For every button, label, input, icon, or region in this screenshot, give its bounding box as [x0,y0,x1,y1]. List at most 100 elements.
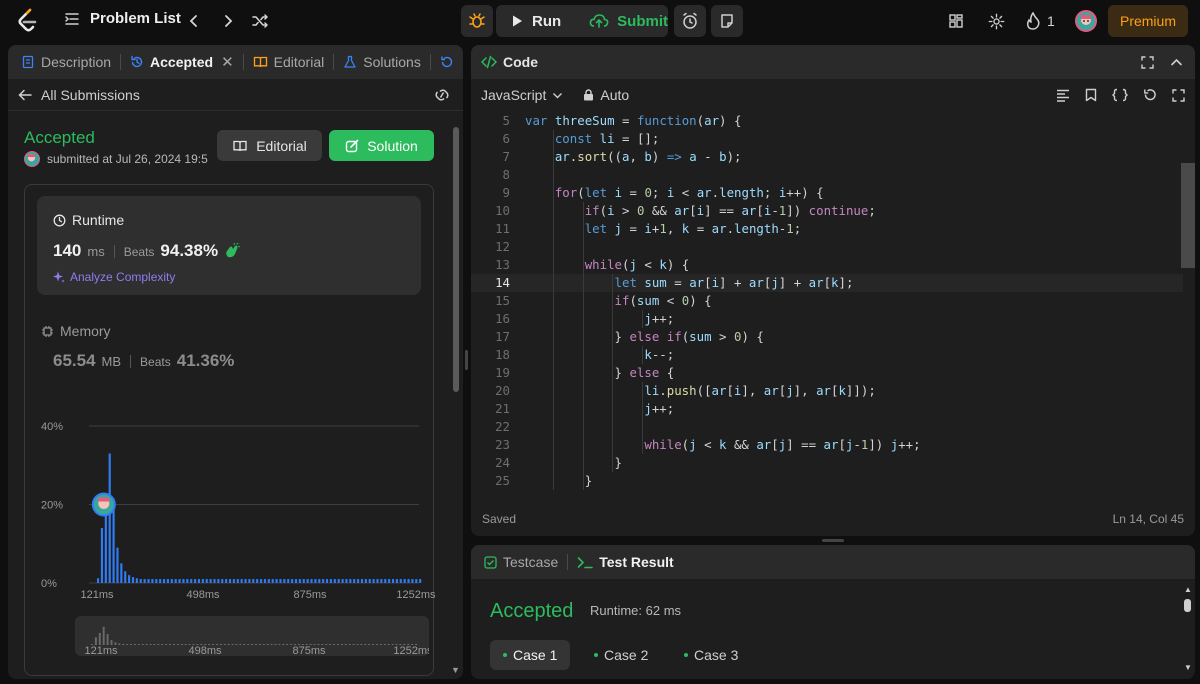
tab-description[interactable]: Description [12,45,120,79]
tab-solutions[interactable]: Solutions [334,45,430,79]
indent-guide [642,346,644,364]
code-line[interactable]: 6 const li = []; [471,130,1183,148]
code-line[interactable]: 16 j++; [471,310,1183,328]
auto-mode-toggle[interactable]: Auto [583,87,629,103]
user-avatar[interactable] [1075,10,1097,32]
left-panel-scrollbar[interactable] [453,127,459,392]
runtime-distribution-chart[interactable]: 40% 20% 0% 121ms 498ms 875ms 1252ms [25,415,435,615]
notes-button[interactable] [711,5,743,37]
code-line[interactable]: 20 li.push([ar[i], ar[j], ar[k]]); [471,382,1183,400]
code-line[interactable]: 15 if(sum < 0) { [471,292,1183,310]
tab-submissions[interactable] [431,45,454,79]
code-line[interactable]: 18 k--; [471,346,1183,364]
histogram-bar [205,579,208,583]
tab-testcase[interactable]: Testcase [475,545,567,579]
chevron-left-icon [189,15,197,27]
code-line[interactable]: 7 ar.sort((a, b) => a - b); [471,148,1183,166]
code-line[interactable]: 25 } [471,472,1183,490]
prev-problem-button[interactable] [184,11,204,31]
premium-label: Premium [1119,13,1176,29]
case-tab-2[interactable]: Case 2 [581,640,661,670]
editor-scrollbar[interactable] [1181,163,1195,268]
case-tab-3[interactable]: Case 3 [671,640,751,670]
memory-header[interactable]: Memory [41,323,111,339]
runtime-range-slider[interactable]: 121ms 498ms 875ms 1252ms [75,616,433,657]
chevron-up-icon[interactable] [1170,56,1183,69]
code-line[interactable]: 21 j++; [471,400,1183,418]
fullscreen-icon[interactable] [1172,88,1185,102]
runtime-beats-pct: 94.38% [160,241,219,260]
code-line[interactable]: 9 for(let i = 0; i < ar.length; i++) { [471,184,1183,202]
code-line[interactable]: 24 } [471,454,1183,472]
mini-bar [161,644,164,645]
editor-options: JavaScript Auto [481,87,629,103]
lock-icon [584,89,594,101]
editorial-button[interactable]: Editorial [217,130,322,161]
premium-button[interactable]: Premium [1107,5,1188,37]
y-tick-label: 40% [41,421,63,433]
code-line[interactable]: 14 let sum = ar[i] + ar[j] + ar[k]; [471,274,1183,292]
leetcode-logo-icon[interactable] [14,7,42,35]
code-line[interactable]: 22 [471,418,1183,436]
maximize-icon[interactable] [1141,55,1154,69]
all-submissions-link[interactable]: All Submissions [18,87,140,103]
close-tab-icon[interactable]: ✕ [221,53,234,71]
histogram-bar [147,579,150,583]
alarm-clock-icon [683,12,697,29]
code-line[interactable]: 17 } else if(sum > 0) { [471,328,1183,346]
code-line[interactable]: 23 while(j < k && ar[j] == ar[j-1]) j++; [471,436,1183,454]
link-icon[interactable] [433,88,451,102]
reset-icon[interactable] [1143,88,1157,102]
code-line[interactable]: 10 if(i > 0 && ar[i] == ar[i-1]) continu… [471,202,1183,220]
shuffle-button[interactable] [250,11,270,31]
language-select[interactable]: JavaScript [481,87,563,103]
result-scroll-down-arrow[interactable]: ▼ [1184,663,1192,672]
layout-button[interactable] [946,11,966,31]
tab-accepted[interactable]: Accepted ✕ [121,45,243,79]
histogram-bar [411,579,414,583]
run-button[interactable]: Run [496,5,575,37]
histogram-bar [236,579,239,583]
all-submissions-label: All Submissions [41,86,140,103]
vertical-resize-handle[interactable] [465,350,468,370]
bookmark-icon[interactable] [1085,88,1097,102]
next-problem-button[interactable] [218,11,238,31]
mini-bar [329,644,332,645]
scroll-down-arrow[interactable]: ▼ [451,665,460,675]
mini-bar [266,644,269,645]
tab-test-result[interactable]: Test Result [568,545,682,579]
mini-bar [223,644,226,645]
solution-button[interactable]: Solution [329,130,434,161]
streak-counter[interactable]: 1 [1025,10,1055,32]
result-scroll-up-arrow[interactable]: ▲ [1184,585,1192,594]
chevron-down-icon [553,92,563,98]
debug-button[interactable] [461,5,493,37]
braces-icon[interactable] [1112,88,1128,102]
memory-value: 65.54 [53,351,96,370]
code-line[interactable]: 5 var threeSum = function(ar) { [471,112,1183,130]
code-editor[interactable]: 5 var threeSum = function(ar) {6 const li… [471,111,1195,493]
runtime-card[interactable]: Runtime 140 ms Beats 94.38% Analyze Comp… [37,196,421,295]
result-scrollbar[interactable] [1184,599,1191,612]
analyze-complexity-link[interactable]: Analyze Complexity [53,270,175,284]
stats-box: Runtime 140 ms Beats 94.38% Analyze Comp… [24,184,435,676]
result-panel-tabs: Testcase Test Result [471,545,1195,579]
code-line[interactable]: 8 [471,166,1183,184]
code-line[interactable]: 11 let j = i+1, k = ar.length-1; [471,220,1183,238]
history-icon [131,55,143,68]
horizontal-resize-handle[interactable] [822,539,844,542]
submitted-at: submitted at Jul 26, 2024 19:5 [47,152,208,166]
histogram-bar [279,579,282,583]
format-icon[interactable] [1056,89,1070,102]
code-line[interactable]: 19 } else { [471,364,1183,382]
code-tab[interactable]: Code [481,54,538,70]
settings-button[interactable] [986,11,1006,31]
timer-button[interactable] [674,5,706,37]
submit-button[interactable]: Submit [575,5,682,37]
mini-bar [344,644,347,645]
problem-list-link[interactable]: Problem List [64,10,181,27]
case-tab-1[interactable]: Case 1 [490,640,571,670]
code-line[interactable]: 12 [471,238,1183,256]
tab-editorial[interactable]: Editorial [244,45,334,79]
code-line[interactable]: 13 while(j < k) { [471,256,1183,274]
